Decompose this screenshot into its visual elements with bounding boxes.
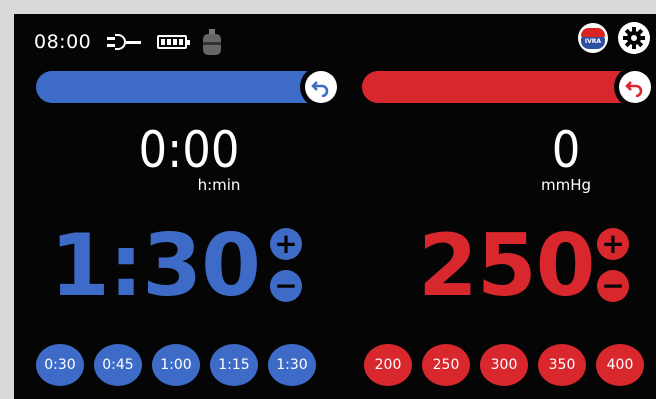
undo-icon xyxy=(625,81,643,97)
timer-progress-bar xyxy=(36,66,342,108)
timer-presets: 0:30 0:45 1:00 1:15 1:30 xyxy=(36,344,316,386)
pressure-preset-button[interactable]: 350 xyxy=(538,344,586,386)
pressure-progress-fill xyxy=(362,71,638,103)
pressure-preset-button[interactable]: 250 xyxy=(422,344,470,386)
timer-preset-button[interactable]: 1:15 xyxy=(210,344,258,386)
timer-readout: 0:00 h:min xyxy=(49,124,329,194)
header-actions: IVRA xyxy=(578,22,650,54)
timer-decrement-button[interactable]: − xyxy=(270,270,302,302)
pressure-current: 0 xyxy=(551,121,581,179)
pressure-preset-button[interactable]: 200 xyxy=(364,344,412,386)
pressure-readout: 0 mmHg xyxy=(426,124,656,194)
timer-preset-button[interactable]: 1:30 xyxy=(268,344,316,386)
bladder-icon xyxy=(203,29,222,55)
logo-icon: IVRA xyxy=(578,23,608,53)
device-screen: 08:00 IVRA 0:00 h:min 1:30 + − 0:30 0:45… xyxy=(14,14,656,399)
battery-icon xyxy=(157,35,191,49)
pressure-decrement-button[interactable]: − xyxy=(597,270,629,302)
clock: 08:00 xyxy=(34,31,92,53)
status-bar: 08:00 xyxy=(34,28,222,56)
timer-current: 0:00 xyxy=(138,121,240,179)
timer-preset-button[interactable]: 0:45 xyxy=(94,344,142,386)
pressure-unit: mmHg xyxy=(540,176,592,194)
timer-reset-button[interactable] xyxy=(300,66,342,108)
pressure-preset-button[interactable]: 300 xyxy=(480,344,528,386)
pressure-preset-button[interactable]: 400 xyxy=(596,344,644,386)
pressure-reset-button[interactable] xyxy=(614,66,656,108)
pressure-increment-button[interactable]: + xyxy=(597,228,629,260)
undo-icon xyxy=(311,81,329,97)
pressure-setpoint: 250 xyxy=(418,216,596,316)
gear-icon[interactable] xyxy=(618,22,650,54)
timer-setpoint: 1:30 xyxy=(50,216,261,316)
timer-progress-fill xyxy=(36,71,324,103)
plug-icon xyxy=(107,32,142,52)
timer-preset-button[interactable]: 0:30 xyxy=(36,344,84,386)
pressure-progress-bar xyxy=(362,66,656,108)
timer-increment-button[interactable]: + xyxy=(270,228,302,260)
timer-preset-button[interactable]: 1:00 xyxy=(152,344,200,386)
pressure-presets: 200 250 300 350 400 xyxy=(364,344,644,386)
